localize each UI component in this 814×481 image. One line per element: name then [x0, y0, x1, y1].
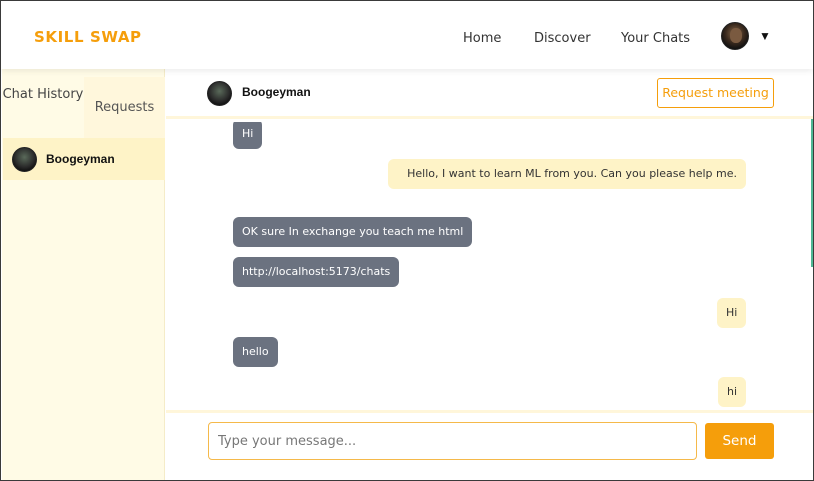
message-bubble-received: hello: [233, 337, 278, 367]
message-bubble-received[interactable]: http://localhost:5173/chats: [233, 257, 400, 287]
avatar: [207, 81, 232, 106]
chat-sidebar: Chat History Requests Boogeyman: [2, 69, 165, 480]
chevron-down-icon[interactable]: ▼: [759, 29, 771, 43]
nav-home-link[interactable]: Home: [463, 31, 501, 46]
message-bubble-sent: hi: [718, 377, 746, 407]
chat-partner-name: Boogeyman: [242, 85, 311, 99]
app-window: SKILL SWAP Home Discover Your Chats ▼ Ch…: [0, 0, 814, 481]
tab-chat-history[interactable]: Chat History: [2, 77, 84, 139]
user-avatar-icon[interactable]: [721, 22, 749, 50]
nav-your-chats-link[interactable]: Your Chats: [621, 31, 690, 46]
message-bubble-received: OK sure In exchange you teach me html: [233, 217, 473, 247]
chat-header: Boogeyman Request meeting: [166, 69, 813, 119]
message-input[interactable]: [208, 422, 697, 460]
message-bubble-sent: Hi: [717, 298, 746, 328]
send-button[interactable]: Send: [705, 423, 774, 459]
request-meeting-button[interactable]: Request meeting: [657, 78, 774, 108]
nav-discover-link[interactable]: Discover: [534, 31, 591, 46]
contact-item-boogeyman[interactable]: Boogeyman: [3, 138, 165, 180]
message-composer: Send: [166, 410, 813, 480]
contact-name: Boogeyman: [46, 152, 115, 166]
navbar: SKILL SWAP Home Discover Your Chats ▼: [1, 1, 813, 69]
logo[interactable]: SKILL SWAP: [34, 28, 142, 46]
message-list[interactable]: Hi Hello, I want to learn ML from you. C…: [166, 122, 811, 410]
avatar: [12, 147, 37, 172]
scrollbar[interactable]: [811, 119, 813, 267]
message-bubble-sent: Hello, I want to learn ML from you. Can …: [388, 159, 746, 189]
tab-requests[interactable]: Requests: [84, 77, 165, 139]
message-bubble-received: Hi: [233, 122, 263, 149]
